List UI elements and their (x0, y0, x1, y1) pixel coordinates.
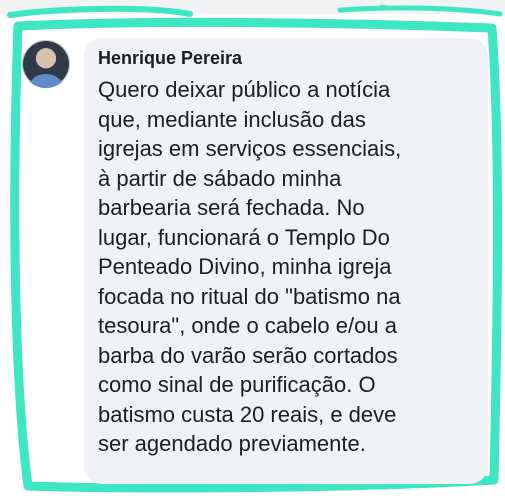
comment-text-line: batismo custa 20 reais, e deve (98, 401, 397, 427)
avatar[interactable] (22, 40, 70, 88)
comment-text-line: tesoura", onde o cabelo e/ou a (98, 313, 397, 338)
comment-text-line: focada no ritual do "batismo na (98, 283, 401, 309)
comment-text: Quero deixar público a notícia que, medi… (98, 75, 484, 459)
comment-text-line: à partir de sábado minha (98, 165, 342, 191)
comment-text-line: igrejas em serviços essenciais, (98, 136, 402, 161)
comment-text-line: que, mediante inclusão das (98, 106, 366, 132)
comment-text-line: lugar, funcionará o Templo Do (98, 224, 390, 250)
cropped-top-icons: ≈ ⋯ (380, 1, 404, 13)
comment-author[interactable]: Henrique Pereira (98, 48, 242, 69)
comment-text-line: barbearia será fechada. No (98, 195, 365, 220)
comment-text-line: barba do varão serão cortados (98, 342, 398, 368)
comment-text-line: Quero deixar público a notícia (98, 77, 391, 102)
comment-text-line: Penteado Divino, minha igreja (98, 254, 392, 279)
comment: Henrique Pereira Quero deixar público a … (18, 38, 488, 488)
previous-post-strip: ≈ ⋯ (0, 0, 505, 14)
comment-text-line: como sinal de purificação. O (98, 372, 376, 397)
comment-text-line: ser agendado previamente. (98, 431, 366, 456)
comment-bubble: Henrique Pereira Quero deixar público a … (84, 38, 488, 484)
